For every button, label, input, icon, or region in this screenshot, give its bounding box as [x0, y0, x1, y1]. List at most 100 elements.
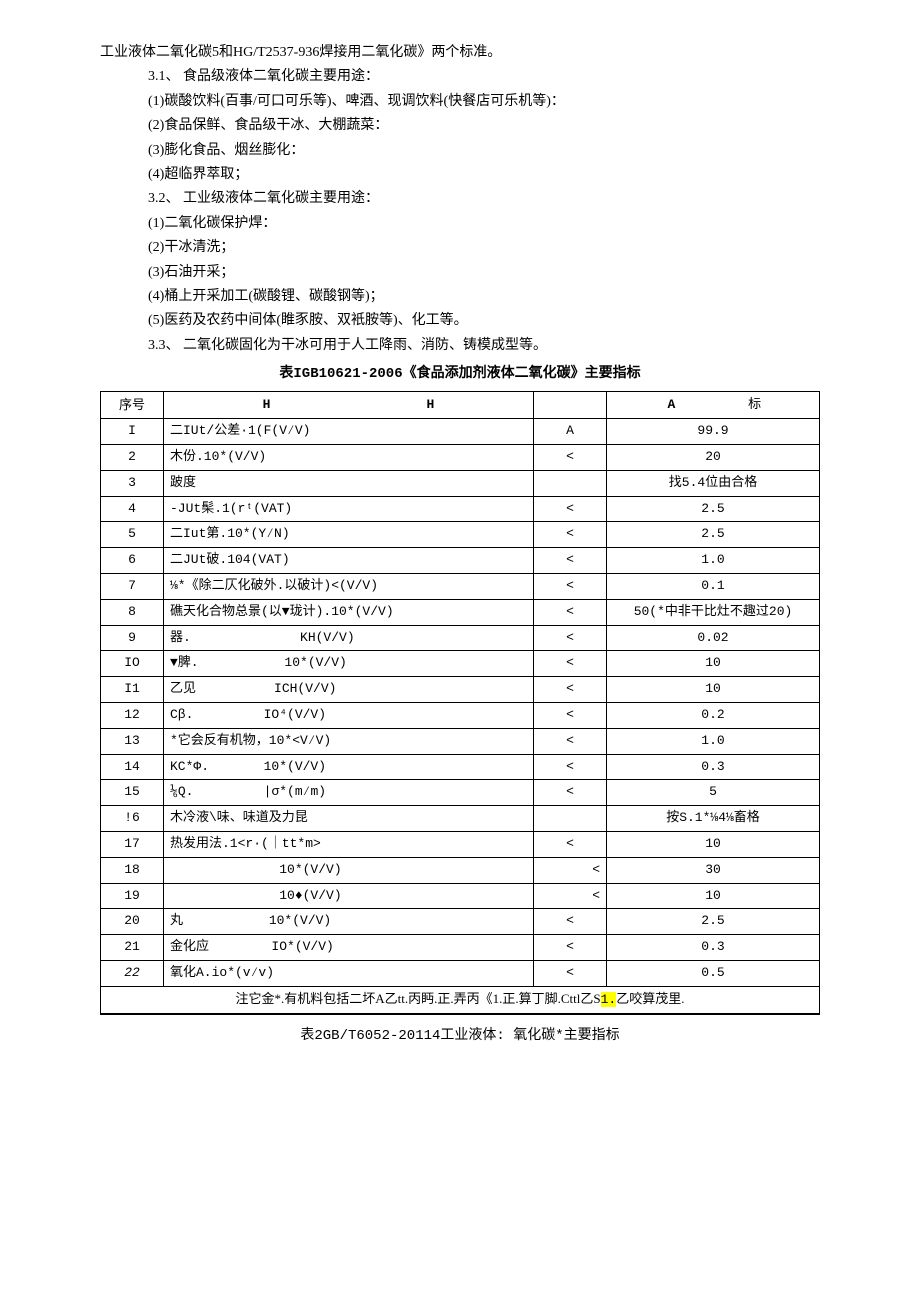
item-3-1-1: (1)碳酸饮料(百事/可口可乐等)、啤酒、现调饮料(快餐店可乐机等)： — [100, 91, 820, 113]
row-sym: < — [534, 832, 607, 858]
table-row: 2木份.10*(V/V)<20 — [101, 445, 820, 471]
table-row: 13*它会反有机物，10*<V⁄V)<1.0 — [101, 728, 820, 754]
row-val: 0.3 — [607, 754, 820, 780]
row-item: 丸 10*(V/V) — [164, 909, 534, 935]
table1-footnote: 注它金*.有机料包括二坏A乙tt.丙眄.正.弄丙《1.正.算丁脚.Cttl乙S1… — [101, 986, 820, 1013]
row-item: 器. KH(V/V) — [164, 625, 534, 651]
table1-body: I二IUt/公差·1(F(V⁄V)A99.92木份.10*(V/V)<203跛度… — [101, 419, 820, 987]
row-sym: < — [534, 625, 607, 651]
row-sym — [534, 806, 607, 832]
row-item: 10*(V/V) — [164, 857, 534, 883]
table-row: I1乙见 ICH(V/V)<10 — [101, 677, 820, 703]
row-sym: < — [534, 909, 607, 935]
row-val: 10 — [607, 651, 820, 677]
table1-footnote-row: 注它金*.有机料包括二坏A乙tt.丙眄.正.弄丙《1.正.算丁脚.Cttl乙S1… — [101, 986, 820, 1013]
table1-h-num: 序号 — [101, 392, 164, 419]
row-item: Cβ. IO⁴(V/V) — [164, 703, 534, 729]
row-val: 30 — [607, 857, 820, 883]
row-num: !6 — [101, 806, 164, 832]
row-item: 跛度 — [164, 470, 534, 496]
row-num: I — [101, 419, 164, 445]
row-val: 按S.1*⅛4⅛畜格 — [607, 806, 820, 832]
row-val: 0.1 — [607, 574, 820, 600]
item-3-1-4: (4)超临界萃取； — [100, 164, 820, 186]
row-item: 金化应 IO*(V/V) — [164, 935, 534, 961]
row-num: 22 — [101, 961, 164, 987]
section-3-3: 3.3、 二氧化碳固化为干冰可用于人工降雨、消防、铸模成型等。 — [100, 335, 820, 357]
table-row: 15⅙Q. |σ*(m⁄m)<5 — [101, 780, 820, 806]
row-val: 0.2 — [607, 703, 820, 729]
item-3-2-1: (1)二氧化碳保护焊： — [100, 213, 820, 235]
table1-h-sym — [534, 392, 607, 419]
row-sym: < — [534, 883, 607, 909]
row-item: 二IUt/公差·1(F(V⁄V) — [164, 419, 534, 445]
row-item: 热发用法.1<r·(｜tt*m> — [164, 832, 534, 858]
row-item: ⅙Q. |σ*(m⁄m) — [164, 780, 534, 806]
table-row: 19 10♦(V/V)<10 — [101, 883, 820, 909]
row-num: 12 — [101, 703, 164, 729]
row-sym: < — [534, 935, 607, 961]
row-val: 找5.4位由合格 — [607, 470, 820, 496]
row-val: 2.5 — [607, 522, 820, 548]
table1-header-row: 序号 H H A 标 — [101, 392, 820, 419]
row-val: 20 — [607, 445, 820, 471]
table-row: !6木冷液\味、味道及力昆 按S.1*⅛4⅛畜格 — [101, 806, 820, 832]
row-num: 5 — [101, 522, 164, 548]
row-sym: < — [534, 599, 607, 625]
table1-bottom-border — [101, 1013, 820, 1014]
table1-h-item: H H — [164, 392, 534, 419]
row-val: 10 — [607, 677, 820, 703]
row-sym: A — [534, 419, 607, 445]
row-item: -JUt髤.1(rᵗ(VAT) — [164, 496, 534, 522]
row-num: 19 — [101, 883, 164, 909]
row-sym: < — [534, 445, 607, 471]
item-3-2-2: (2)干冰清洗； — [100, 237, 820, 259]
row-num: 2 — [101, 445, 164, 471]
row-sym: < — [534, 677, 607, 703]
row-item: 氧化A.io*(v⁄v) — [164, 961, 534, 987]
row-item: 木份.10*(V/V) — [164, 445, 534, 471]
row-sym: < — [534, 496, 607, 522]
row-sym: < — [534, 754, 607, 780]
table1: 序号 H H A 标 I二IUt/公差·1(F(V⁄V)A99.92木份.10*… — [100, 391, 820, 1014]
table1-h-val-right: 标 — [715, 394, 795, 415]
item-3-2-5: (5)医药及农药中间体(睢豕胺、双衹胺等)、化工等。 — [100, 310, 820, 332]
item-3-2-3: (3)石油开采； — [100, 262, 820, 284]
row-item: 礁天化合物总景(以▼珑计).10*(V/V) — [164, 599, 534, 625]
table-row: 22氧化A.io*(v⁄v)<0.5 — [101, 961, 820, 987]
row-item: 10♦(V/V) — [164, 883, 534, 909]
section-3-1: 3.1、 食品级液体二氧化碳主要用途： — [100, 66, 820, 88]
table-row: 7⅛*《除二仄化破外.以破计)<(V/V)<0.1 — [101, 574, 820, 600]
row-sym — [534, 470, 607, 496]
row-val: 2.5 — [607, 496, 820, 522]
row-num: 20 — [101, 909, 164, 935]
table-row: 6二JUt破.104(VAT)<1.0 — [101, 548, 820, 574]
row-val: 2.5 — [607, 909, 820, 935]
table-row: IO▼脾. 10*(V/V)<10 — [101, 651, 820, 677]
row-num: 9 — [101, 625, 164, 651]
table-row: 14KC*Φ. 10*(V/V)<0.3 — [101, 754, 820, 780]
row-item: *它会反有机物，10*<V⁄V) — [164, 728, 534, 754]
item-3-1-3: (3)膨化食品、烟丝膨化： — [100, 140, 820, 162]
row-sym: < — [534, 961, 607, 987]
row-num: 17 — [101, 832, 164, 858]
row-item: 木冷液\味、味道及力昆 — [164, 806, 534, 832]
row-num: 13 — [101, 728, 164, 754]
row-sym: < — [534, 728, 607, 754]
row-num: 7 — [101, 574, 164, 600]
row-item: ⅛*《除二仄化破外.以破计)<(V/V) — [164, 574, 534, 600]
row-sym: < — [534, 651, 607, 677]
table1-footnote-post: 乙咬算茂里. — [616, 991, 684, 1006]
table-row: 3跛度 找5.4位由合格 — [101, 470, 820, 496]
row-num: 3 — [101, 470, 164, 496]
section-3-2: 3.2、 工业级液体二氧化碳主要用途： — [100, 188, 820, 210]
table-row: 18 10*(V/V)<30 — [101, 857, 820, 883]
row-val: 5 — [607, 780, 820, 806]
row-num: 6 — [101, 548, 164, 574]
table-row: I二IUt/公差·1(F(V⁄V)A99.9 — [101, 419, 820, 445]
row-sym: < — [534, 780, 607, 806]
row-sym: < — [534, 857, 607, 883]
table-row: 20丸 10*(V/V)<2.5 — [101, 909, 820, 935]
table-row: 8礁天化合物总景(以▼珑计).10*(V/V)<50(*中非干比灶不趣过20) — [101, 599, 820, 625]
row-num: I1 — [101, 677, 164, 703]
